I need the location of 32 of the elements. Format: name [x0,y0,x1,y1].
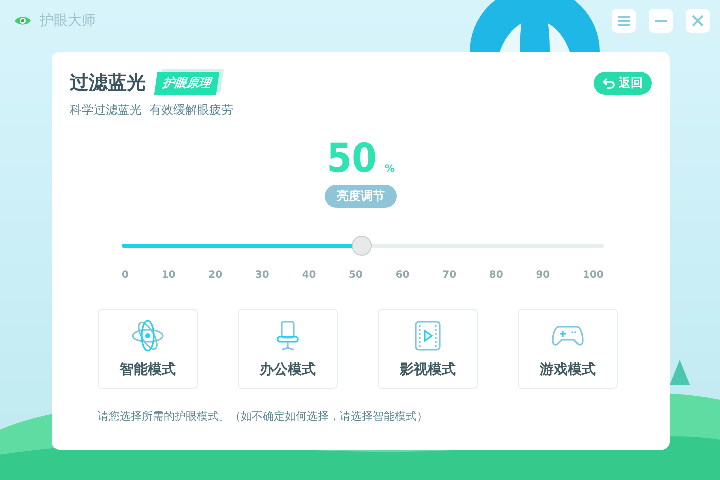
tick-label: 90 [536,270,550,281]
close-button[interactable] [686,9,710,33]
mode-button[interactable]: 影视模式 [378,309,478,389]
mode-button[interactable]: 游戏模式 [518,309,618,389]
return-arrow-icon [603,78,615,88]
brightness-value: 50 [326,139,378,179]
tick-label: 20 [208,270,223,281]
eye-icon [14,15,32,27]
tick-label: 50 [349,270,363,281]
tick-label: 0 [122,270,129,281]
tick-label: 70 [442,270,457,281]
tick-label: 80 [489,270,504,281]
slider-thumb[interactable] [352,236,372,256]
tick-label: 30 [255,270,270,281]
window-title: 护眼大师 [40,12,96,30]
percent-unit: % [385,164,396,175]
page-title: 过滤蓝光 [70,71,146,96]
atom-icon [131,319,165,353]
close-icon [691,14,705,28]
subtitle: 科学过滤蓝光 有效缓解眼疲劳 [70,102,235,119]
menu-icon [617,15,631,27]
minimize-button[interactable] [649,9,673,33]
tick-label: 10 [162,270,176,281]
brightness-label: 亮度调节 [325,185,397,208]
mode-button[interactable]: 办公模式 [238,309,338,389]
tick-label: 100 [583,270,604,281]
tick-label: 40 [302,270,316,281]
hint-text: 请您选择所需的护眼模式。（如不确定如何选择，请选择智能模式） [98,409,429,424]
mode-button[interactable]: 智能模式 [98,309,198,389]
brightness-slider[interactable] [122,236,604,256]
menu-button[interactable] [612,9,636,33]
tick-label: 60 [396,270,410,281]
